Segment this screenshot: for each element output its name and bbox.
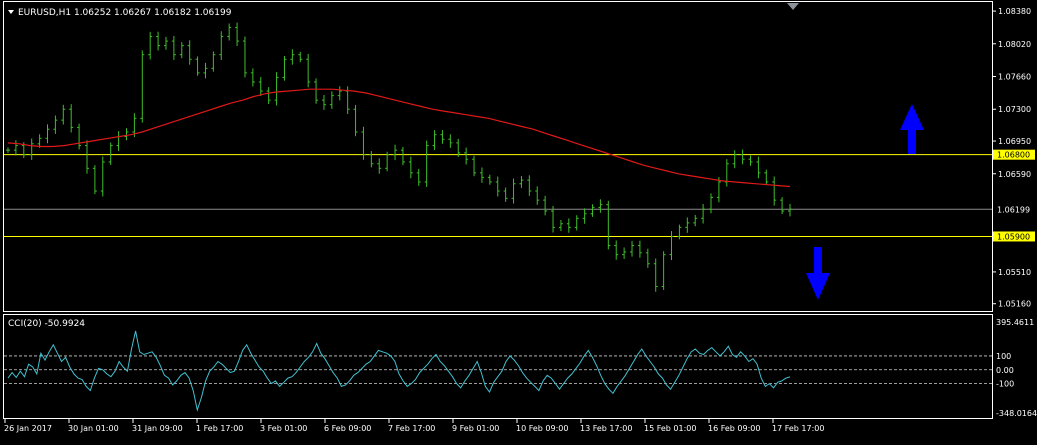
arrow-up-icon xyxy=(900,104,924,154)
time-tick-label: 1 Feb 17:00 xyxy=(196,424,243,433)
arrow-down-icon xyxy=(806,247,830,300)
candles-group xyxy=(6,22,792,292)
cci-tick-label: -348.0164 xyxy=(996,409,1037,418)
cci-panel-frame xyxy=(3,314,993,419)
time-tick-label: 13 Feb 17:00 xyxy=(580,424,632,433)
time-tick-label: 16 Feb 09:00 xyxy=(708,424,760,433)
price-label-text: 1.06800 xyxy=(997,151,1030,160)
time-tick-label: 17 Feb 17:00 xyxy=(772,424,824,433)
time-tick-label: 26 Jan 2017 xyxy=(4,424,52,433)
time-tick-label: 6 Feb 09:00 xyxy=(324,424,371,433)
price-tick-label: 1.06590 xyxy=(998,170,1031,179)
time-tick-label: 15 Feb 01:00 xyxy=(644,424,696,433)
price-tick-label: 1.06950 xyxy=(998,137,1031,146)
symbol-info: EURUSD,H1 1.06252 1.06267 1.06182 1.0619… xyxy=(18,8,232,18)
price-tick-label: 1.05510 xyxy=(998,268,1031,277)
main-chart-frame xyxy=(3,1,993,312)
price-tick-label: 1.08380 xyxy=(998,7,1031,16)
time-tick-label: 9 Feb 01:00 xyxy=(452,424,499,433)
price-tick-label: 1.07660 xyxy=(998,73,1031,82)
cci-line xyxy=(7,330,791,412)
time-tick-label: 7 Feb 17:00 xyxy=(388,424,435,433)
price-tick-label: 1.05160 xyxy=(998,300,1031,309)
price-label-text: 1.06199 xyxy=(997,205,1030,214)
time-tick-label: 30 Jan 01:00 xyxy=(68,424,119,433)
cci-tick-label: -100 xyxy=(996,380,1014,389)
price-tick-label: 1.08020 xyxy=(998,40,1031,49)
time-tick-label: 3 Feb 01:00 xyxy=(260,424,307,433)
cci-title: CCI(20) -50.9924 xyxy=(8,319,85,329)
triangle-down-icon[interactable] xyxy=(8,10,14,14)
shift-marker-icon[interactable] xyxy=(787,3,799,10)
cci-tick-label: 395.4611 xyxy=(996,318,1034,327)
arrow-down-head xyxy=(806,273,830,300)
moving-average-line xyxy=(7,88,791,188)
arrow-down-shaft xyxy=(814,247,822,277)
cci-tick-label: 100 xyxy=(996,352,1011,361)
time-tick-label: 10 Feb 09:00 xyxy=(516,424,568,433)
price-tick-label: 1.07300 xyxy=(998,105,1031,114)
price-label-text: 1.05900 xyxy=(997,232,1030,241)
arrow-up-shaft xyxy=(908,126,916,154)
time-tick-label: 31 Jan 09:00 xyxy=(132,424,183,433)
cci-tick-label: 0.00 xyxy=(996,366,1014,375)
chart-window[interactable]: EURUSD,H1 1.06252 1.06267 1.06182 1.0619… xyxy=(0,0,1037,441)
arrow-up-head xyxy=(900,104,924,130)
